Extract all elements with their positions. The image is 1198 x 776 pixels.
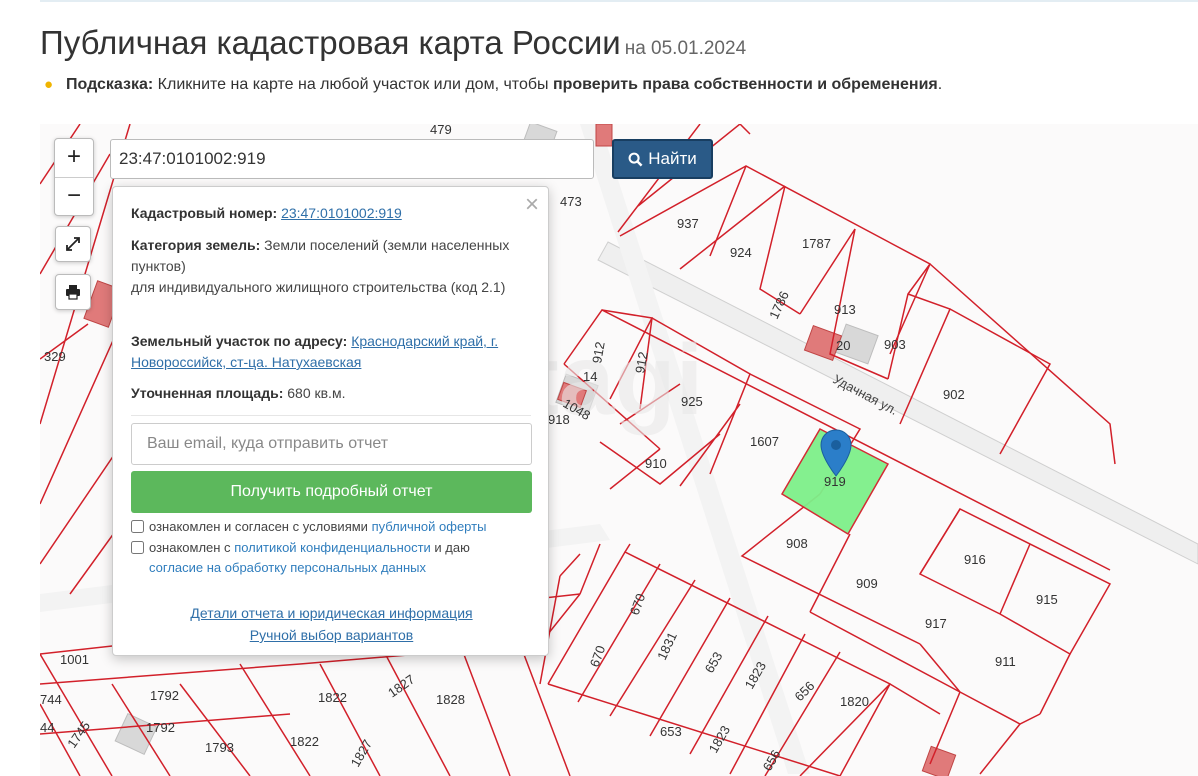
cadastral-number-row: Кадастровый номер: 23:47:0101002:919 [131, 203, 531, 224]
map-date: на 05.01.2024 [624, 38, 747, 59]
parcel-label: 44 [40, 720, 54, 735]
parcel-label: 915 [1036, 592, 1058, 607]
lightbulb-icon: ● [44, 76, 54, 93]
parcel-label: 910 [645, 456, 667, 471]
manual-selection-link[interactable]: Ручной выбор вариантов [113, 627, 550, 643]
hint-label: Подсказка: [66, 76, 154, 93]
parcel-label: 1786 [766, 289, 792, 322]
parcel-label: 1827 [348, 737, 375, 770]
parcel-label: 908 [786, 536, 808, 551]
consent-offer-checkbox[interactable] [131, 520, 144, 533]
parcel-label: 656 [792, 678, 818, 704]
parcel-label: 924 [730, 245, 752, 260]
parcel-label: 1792 [146, 720, 175, 735]
parcel-label: 1793 [205, 740, 234, 755]
parcel-label: 1822 [290, 734, 319, 749]
parcel-label: 473 [560, 194, 582, 209]
parcel-label: 1831 [654, 630, 680, 663]
parcel-label: 1823 [706, 723, 733, 756]
zoom-controls: + − [54, 138, 94, 216]
consent-privacy-mid: и даю [434, 540, 470, 555]
parcel-label: 1607 [750, 434, 779, 449]
parcel-label: 1745 [64, 718, 93, 750]
popup-divider [131, 415, 531, 416]
area-row: Уточненная площадь: 680 кв.м. [131, 383, 531, 404]
fullscreen-button[interactable] [55, 226, 91, 262]
consent-privacy-checkbox[interactable] [131, 541, 144, 554]
consent-offer-text: ознакомлен и согласен с условиями [149, 519, 368, 534]
parcel-label: 918 [548, 412, 570, 427]
search-icon [628, 152, 643, 166]
parcel-label: 1827 [385, 672, 417, 701]
parcel-label: 1820 [840, 694, 869, 709]
get-report-button[interactable]: Получить подробный отчет [131, 471, 532, 513]
parcel-label: 1828 [436, 692, 465, 707]
page-title: Публичная кадастровая карта России на 05.… [40, 24, 746, 62]
parcel-label: 903 [884, 337, 906, 352]
hint-end: . [937, 76, 943, 93]
zoom-out-button[interactable]: − [55, 178, 93, 216]
parcel-info-popup: × Кадастровый номер: 23:47:0101002:919 К… [112, 186, 549, 656]
zoom-in-button[interactable]: + [55, 139, 93, 178]
parcel-label: 925 [681, 394, 703, 409]
report-details-link[interactable]: Детали отчета и юридическая информация [113, 605, 550, 621]
print-icon [66, 285, 80, 300]
personal-data-consent-link[interactable]: согласие на обработку персональных данны… [149, 560, 426, 575]
parcel-label: 909 [856, 576, 878, 591]
parcel-label: 1822 [318, 690, 347, 705]
cadastral-number-label: Кадастровый номер: [131, 205, 278, 221]
parcel-label: 744 [40, 692, 62, 707]
cadastral-search-input[interactable] [110, 139, 594, 179]
page-title-text: Публичная кадастровая карта России [40, 24, 621, 61]
parcel-label: 479 [430, 124, 452, 137]
consent-privacy-text: ознакомлен с [149, 540, 231, 555]
land-category-label: Категория земель: [131, 237, 261, 253]
land-category-row: Категория земель: Земли поселений (земли… [131, 235, 531, 298]
email-input[interactable] [131, 423, 532, 465]
parcel-label: 916 [964, 552, 986, 567]
parcel-label: 902 [943, 387, 965, 402]
top-divider [40, 0, 1198, 2]
search-button[interactable]: Найти [612, 139, 713, 179]
parcel-label: 653 [660, 724, 682, 739]
public-offer-link[interactable]: публичной оферты [372, 519, 487, 534]
address-label: Земельный участок по адресу: [131, 333, 348, 349]
consent-privacy-row: ознакомлен с политикой конфиденциальност… [131, 538, 536, 578]
parcel-label: 937 [677, 216, 699, 231]
parcel-label: 913 [834, 302, 856, 317]
parcel-label: 919 [824, 474, 846, 489]
land-use-value: для индивидуального жилищного строительс… [131, 279, 506, 295]
parcel-label: 1787 [802, 236, 831, 251]
parcel-label: 670 [627, 592, 649, 618]
parcel-label: 653 [702, 649, 726, 675]
parcel-label: 917 [925, 616, 947, 631]
parcel-label: 14 [583, 369, 597, 384]
hint-bold-text: проверить права собственности и обремене… [552, 76, 938, 93]
parcel-label: 20 [836, 338, 850, 353]
consent-offer-row: ознакомлен и согласен с условиями публич… [131, 517, 536, 537]
privacy-policy-link[interactable]: политикой конфиденциальности [234, 540, 431, 555]
search-button-label: Найти [648, 149, 697, 168]
area-label: Уточненная площадь: [131, 385, 284, 401]
parcel-label: 911 [995, 654, 1016, 669]
area-value: 680 кв.м. [287, 385, 346, 401]
parcel-label: 1001 [60, 652, 89, 667]
cadastral-number-link[interactable]: 23:47:0101002:919 [281, 205, 402, 221]
parcel-label: 1792 [150, 688, 179, 703]
print-button[interactable] [55, 274, 91, 310]
parcel-label: 329 [44, 349, 66, 364]
hint-line: ● Подсказка: Кликните на карте на любой у… [44, 76, 942, 94]
fullscreen-icon [66, 237, 80, 251]
hint-text: Кликните на карте на любой участок или д… [157, 76, 549, 93]
address-row: Земельный участок по адресу: Краснодарск… [131, 331, 531, 373]
parcel-label: 670 [587, 644, 609, 670]
